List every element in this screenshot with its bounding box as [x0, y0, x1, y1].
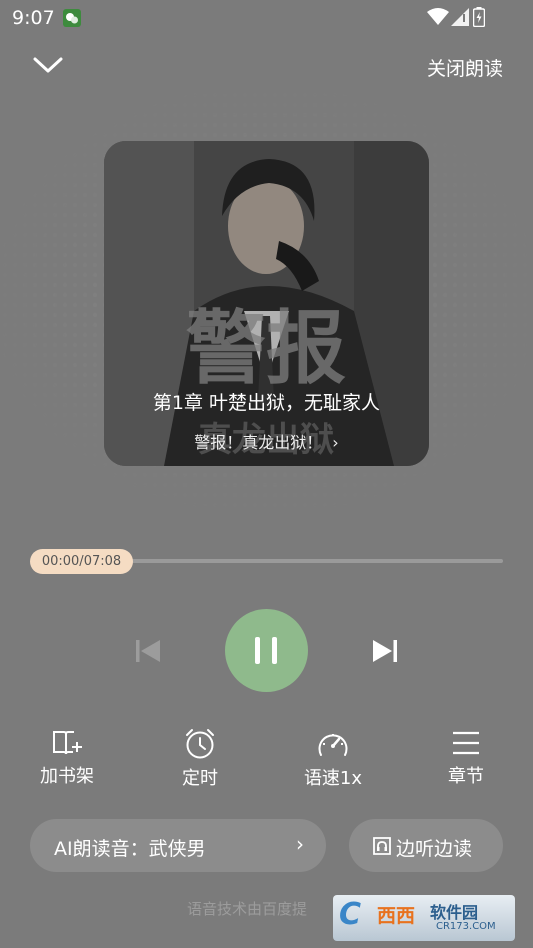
skip-previous-icon: [136, 640, 160, 662]
tool-label-chapters: 章节: [448, 766, 484, 787]
chevron-right-icon: ›: [296, 832, 304, 856]
menu-list-icon: [453, 731, 479, 755]
add-to-bookshelf-button[interactable]: 加书架: [22, 728, 112, 792]
status-bar: 9:07: [0, 0, 533, 36]
pause-button[interactable]: [225, 609, 308, 692]
headphones-book-icon: [373, 837, 391, 855]
wifi-icon: [427, 8, 449, 25]
pause-icon: [255, 637, 277, 664]
watermark-brand: 西西: [377, 905, 416, 927]
next-chapter-button[interactable]: [370, 636, 400, 666]
signal-icon: [451, 8, 469, 26]
watermark-url: CR173.COM: [436, 921, 496, 932]
cover-illustration: 警报 真龙出狱: [104, 141, 429, 466]
tts-provider-note: 语音技术由百度提: [187, 900, 308, 918]
tool-label-timer: 定时: [182, 768, 218, 789]
site-watermark: C 西西 软件园 CR173.COM: [333, 895, 515, 941]
tool-label-speed: 语速1x: [303, 768, 363, 789]
collapse-button[interactable]: [30, 50, 66, 80]
previous-chapter-button[interactable]: [133, 636, 163, 666]
speedometer-icon: [318, 734, 348, 756]
book-name-link[interactable]: 警报！真龙出狱！ ›: [104, 429, 429, 453]
watermark-sub: 软件园: [430, 903, 479, 922]
watermark-logo: C: [339, 897, 362, 932]
speed-button[interactable]: 语速1x: [288, 728, 378, 792]
alarm-clock-icon: [186, 729, 214, 759]
wechat-icon: [63, 9, 81, 27]
add-bookshelf-icon: [53, 731, 82, 755]
battery-icon: [473, 7, 485, 27]
progress-time-thumb[interactable]: 00:00/07:08: [30, 549, 133, 574]
book-cover[interactable]: 警报 真龙出狱 第1章 叶楚出狱，无耻家人 警报！真龙出狱！ ›: [104, 141, 429, 466]
book-name: 警报！真龙出狱！: [194, 433, 323, 452]
chevron-right-icon: ›: [332, 433, 339, 452]
skip-next-icon: [373, 640, 397, 662]
close-reading-button[interactable]: 关闭朗读: [427, 54, 503, 81]
ai-voice-label: AI朗读音：武侠男: [54, 838, 206, 860]
status-time: 9:07: [12, 7, 55, 29]
chapters-button[interactable]: 章节: [421, 728, 511, 792]
chapter-title: 第1章 叶楚出狱，无耻家人: [152, 392, 381, 414]
tool-label-bookshelf: 加书架: [40, 766, 94, 787]
listen-while-reading-label: 边听边读: [396, 838, 473, 860]
timer-button[interactable]: 定时: [155, 728, 245, 792]
chevron-down-icon: [33, 57, 63, 73]
ai-voice-selector[interactable]: AI朗读音：武侠男 ›: [30, 819, 326, 872]
status-icons: [427, 7, 497, 27]
listen-while-reading-button[interactable]: 边听边读: [349, 819, 503, 872]
